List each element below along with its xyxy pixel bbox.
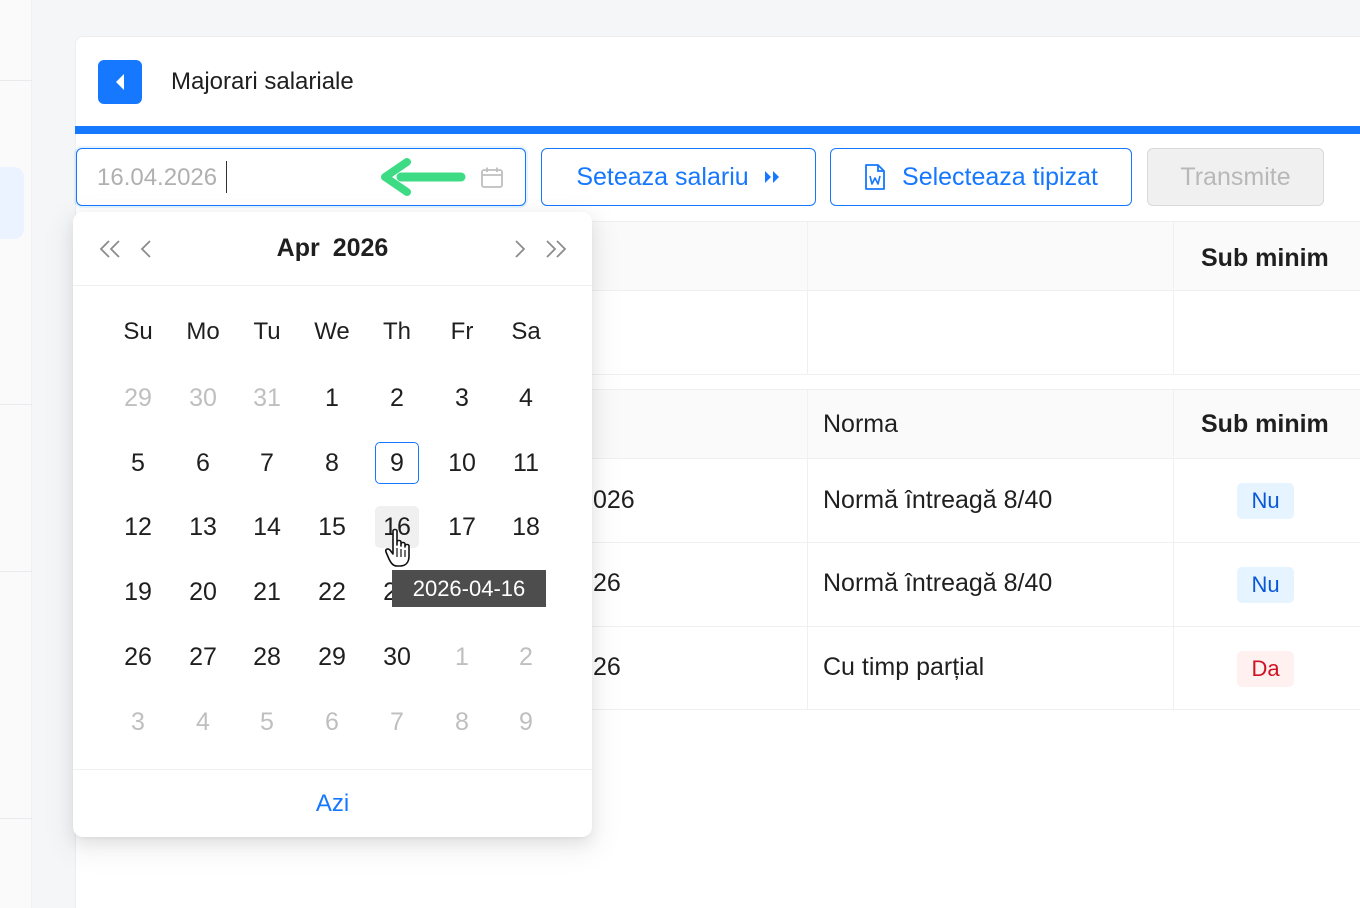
toolbar: 16.04.2026 Seteaza salariu Selecteaza ti… xyxy=(76,148,1360,208)
sidebar xyxy=(0,0,32,908)
calendar-day[interactable]: 27 xyxy=(181,636,225,678)
column-header-sub-min: Sub minim xyxy=(1201,410,1329,438)
weekday-label: Sa xyxy=(511,318,541,345)
calendar-day[interactable]: 3 xyxy=(440,377,484,419)
cell-norm: Cu timp parțial xyxy=(823,653,985,681)
submit-button: Transmite xyxy=(1147,148,1324,206)
calendar-day[interactable]: 30 xyxy=(375,636,419,678)
calendar-day[interactable]: 15 xyxy=(310,506,354,548)
calendar-day[interactable]: 22 xyxy=(310,571,354,613)
column-divider xyxy=(807,221,808,374)
calendar-day[interactable]: 19 xyxy=(116,571,160,613)
status-badge: Da xyxy=(1237,651,1294,687)
cell-norm: Normă întreagă 8/40 xyxy=(823,486,1053,514)
cell-date: 26 xyxy=(593,569,621,597)
calendar-day[interactable]: 8 xyxy=(310,442,354,484)
status-badge: Nu xyxy=(1237,483,1294,519)
calendar-day[interactable]: 5 xyxy=(245,701,289,743)
set-salary-label: Seteaza salariu xyxy=(576,162,749,191)
select-template-button[interactable]: Selecteaza tipizat xyxy=(830,148,1132,206)
date-input[interactable]: 16.04.2026 xyxy=(76,148,526,206)
calendar-day[interactable]: 7 xyxy=(375,701,419,743)
submit-label: Transmite xyxy=(1180,162,1291,191)
calendar-day[interactable]: 20 xyxy=(181,571,225,613)
column-header-sub-min: Sub minim xyxy=(1201,244,1329,272)
double-right-icon xyxy=(546,240,567,258)
pointer-hand-icon xyxy=(385,528,410,567)
calendar-day[interactable]: 29 xyxy=(310,636,354,678)
cell-norm: Normă întreagă 8/40 xyxy=(823,569,1053,597)
column-header-norm: Norma xyxy=(823,410,899,438)
date-picker-footer: Azi xyxy=(73,769,592,837)
sidebar-divider xyxy=(0,404,32,405)
arrow-annotation-icon xyxy=(381,158,466,196)
date-input-value: 16.04.2026 xyxy=(97,164,218,191)
calendar-day[interactable]: 10 xyxy=(440,442,484,484)
sidebar-item-active[interactable] xyxy=(0,167,24,239)
calendar-day[interactable]: 2 xyxy=(504,636,548,678)
calendar-day[interactable]: 4 xyxy=(181,701,225,743)
caret-left-icon xyxy=(116,74,124,90)
calendar-day[interactable]: 1 xyxy=(310,377,354,419)
double-right-icon xyxy=(764,171,779,183)
page-title: Majorari salariale xyxy=(171,68,354,95)
text-caret xyxy=(226,161,227,193)
column-divider xyxy=(807,389,808,709)
column-divider xyxy=(1173,221,1174,374)
calendar-day[interactable]: 31 xyxy=(245,377,289,419)
cell-date: 26 xyxy=(593,653,621,681)
sidebar-divider xyxy=(0,818,32,819)
cell-date: 026 xyxy=(593,486,635,514)
calendar-day[interactable]: 6 xyxy=(181,442,225,484)
column-divider xyxy=(1173,389,1174,709)
calendar-day[interactable]: 9 xyxy=(375,442,419,484)
next-month-button[interactable] xyxy=(503,230,537,268)
calendar-day[interactable]: 14 xyxy=(245,506,289,548)
calendar-day[interactable]: 21 xyxy=(245,571,289,613)
calendar-day[interactable]: 29 xyxy=(116,377,160,419)
sidebar-divider xyxy=(0,571,32,572)
page-header: Majorari salariale xyxy=(76,37,1360,127)
calendar-day[interactable]: 11 xyxy=(504,442,548,484)
sidebar-divider xyxy=(0,80,32,81)
date-picker-dropdown: Apr 2026 Su Mo Tu We Th Fr Sa 29 30 31 1 2 3 4… xyxy=(73,212,592,837)
calendar-day[interactable]: 17 xyxy=(440,506,484,548)
calendar-day[interactable]: 8 xyxy=(440,701,484,743)
weekday-label: Th xyxy=(382,318,411,345)
select-template-label: Selecteaza tipizat xyxy=(902,162,1098,191)
progress-bar xyxy=(75,126,1360,134)
next-year-button[interactable] xyxy=(539,230,573,268)
calendar-day[interactable]: 2 xyxy=(375,377,419,419)
calendar-day[interactable]: 28 xyxy=(245,636,289,678)
weekday-label: Mo xyxy=(186,318,220,345)
calendar-day[interactable]: 12 xyxy=(116,506,160,548)
date-picker-header: Apr 2026 xyxy=(73,212,592,286)
word-file-icon xyxy=(865,164,885,190)
set-salary-button[interactable]: Seteaza salariu xyxy=(541,148,816,206)
calendar-day[interactable]: 18 xyxy=(504,506,548,548)
calendar-day[interactable]: 6 xyxy=(310,701,354,743)
calendar-icon[interactable] xyxy=(479,165,505,191)
date-tooltip: 2026-04-16 xyxy=(392,570,546,607)
calendar-day[interactable]: 5 xyxy=(116,442,160,484)
calendar-day[interactable]: 7 xyxy=(245,442,289,484)
calendar-day[interactable]: 9 xyxy=(504,701,548,743)
calendar-day[interactable]: 30 xyxy=(181,377,225,419)
weekday-label: Su xyxy=(123,318,153,345)
status-badge: Nu xyxy=(1237,567,1294,603)
year-label[interactable]: 2026 xyxy=(333,234,389,262)
calendar-day[interactable]: 26 xyxy=(116,636,160,678)
weekday-label: We xyxy=(314,318,350,345)
right-icon xyxy=(515,240,526,258)
weekday-label: Fr xyxy=(450,318,474,345)
calendar-day[interactable]: 1 xyxy=(440,636,484,678)
month-label[interactable]: Apr xyxy=(277,234,320,262)
calendar-day[interactable]: 13 xyxy=(181,506,225,548)
weekday-label: Tu xyxy=(253,318,281,345)
calendar-day[interactable]: 3 xyxy=(116,701,160,743)
back-button[interactable] xyxy=(98,60,142,104)
today-link[interactable]: Azi xyxy=(73,790,592,818)
calendar-day[interactable]: 4 xyxy=(504,377,548,419)
